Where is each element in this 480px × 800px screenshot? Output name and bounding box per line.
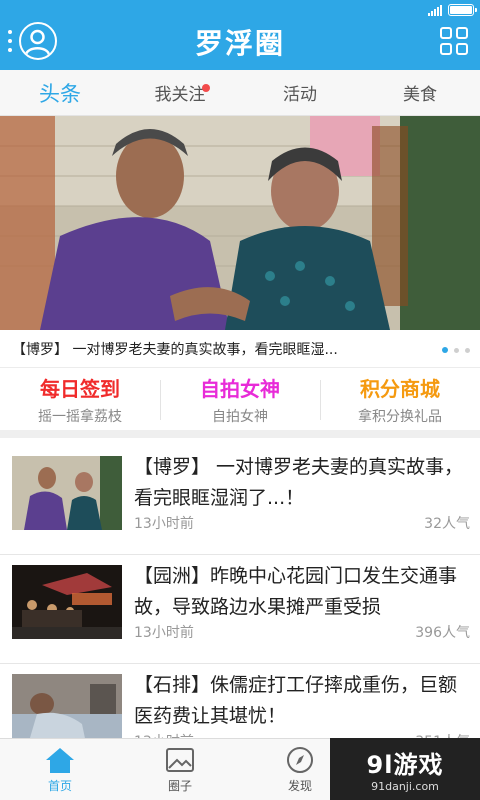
- quick-title: 自拍女神: [200, 376, 280, 401]
- grid-menu-icon[interactable]: [440, 27, 468, 55]
- quick-title: 积分商城: [360, 376, 440, 401]
- app-title-wrap: 罗浮圈: [0, 22, 480, 62]
- news-title: 【园洲】昨晚中心花园门口发生交通事故，导致路边水果摊严重受损: [134, 565, 458, 618]
- news-thumbnail: [12, 674, 122, 748]
- banner-caption-text: 【博罗】 一对博罗老夫妻的真实故事，看完眼眶湿...: [12, 341, 338, 358]
- watermark-logo-text: 9l游戏: [366, 751, 444, 779]
- news-views: 32人气: [424, 516, 470, 532]
- carousel-pager: [442, 347, 470, 353]
- tab-food[interactable]: 美食: [360, 70, 480, 115]
- nav-home[interactable]: 首页: [0, 739, 120, 800]
- news-time: 13小时前: [134, 516, 194, 532]
- pager-dot: [454, 347, 459, 353]
- selfie-goddess-button[interactable]: 自拍女神 自拍女神: [160, 368, 320, 430]
- user-avatar-icon[interactable]: [19, 22, 57, 60]
- app-title: 罗浮圈: [194, 27, 285, 60]
- news-thumbnail: [12, 565, 122, 639]
- quick-subtitle: 拿积分换礼品: [358, 408, 442, 425]
- pager-dot: [465, 347, 470, 353]
- news-list: 【博罗】 一对博罗老夫妻的真实故事，看完眼眶湿润了...！ 13小时前 32人气…: [0, 446, 480, 773]
- tab-following[interactable]: 我关注: [120, 70, 240, 115]
- nav-label: 首页: [47, 778, 72, 793]
- battery-icon: [448, 4, 477, 16]
- more-vertical-icon[interactable]: [8, 30, 14, 52]
- category-tabs: 头条 我关注 活动 美食: [0, 70, 480, 116]
- compass-icon: [287, 746, 313, 773]
- banner-photo: [0, 116, 480, 330]
- app-header: 罗浮圈: [0, 0, 480, 70]
- tab-events[interactable]: 活动: [240, 70, 360, 115]
- watermark-url: 91danji.com: [371, 780, 439, 793]
- quick-title: 每日签到: [40, 376, 120, 401]
- signal-icon: [428, 4, 442, 16]
- quick-actions: 每日签到 摇一摇拿荔枝 自拍女神 自拍女神 积分商城 拿积分换礼品: [0, 368, 480, 438]
- home-icon: [46, 747, 74, 773]
- pager-dot: [442, 347, 448, 353]
- nav-circle[interactable]: 圈子: [120, 739, 240, 800]
- banner-caption[interactable]: 【博罗】 一对博罗老夫妻的真实故事，看完眼眶湿...: [0, 330, 480, 368]
- notification-dot: [202, 84, 210, 92]
- news-views: 396人气: [415, 625, 470, 641]
- quick-subtitle: 自拍女神: [212, 408, 268, 425]
- news-time: 13小时前: [134, 625, 194, 641]
- list-item[interactable]: 【园洲】昨晚中心花园门口发生交通事故，导致路边水果摊严重受损 13小时前 396…: [0, 555, 480, 664]
- watermark-logo: 9l游戏 91danji.com: [330, 738, 480, 800]
- news-thumbnail: [12, 456, 122, 530]
- tab-label: 美食: [403, 85, 437, 105]
- quick-subtitle: 摇一摇拿荔枝: [38, 408, 122, 425]
- status-bar: [428, 3, 477, 17]
- news-title: 【石排】侏儒症打工仔摔成重伤，巨额医药费让其堪忧！: [134, 674, 458, 727]
- daily-checkin-button[interactable]: 每日签到 摇一摇拿荔枝: [0, 368, 160, 430]
- news-title: 【博罗】 一对博罗老夫妻的真实故事，看完眼眶湿润了...！: [134, 456, 464, 509]
- points-mall-button[interactable]: 积分商城 拿积分换礼品: [320, 368, 480, 430]
- tab-headlines[interactable]: 头条: [0, 70, 120, 115]
- list-item[interactable]: 【博罗】 一对博罗老夫妻的真实故事，看完眼眶湿润了...！ 13小时前 32人气: [0, 446, 480, 555]
- banner-carousel[interactable]: [0, 116, 480, 330]
- tab-label: 头条: [39, 81, 81, 106]
- tab-label: 我关注: [154, 85, 206, 105]
- nav-label: 圈子: [167, 778, 192, 793]
- nav-label: 发现: [287, 778, 312, 793]
- image-icon: [166, 747, 194, 772]
- tab-label: 活动: [283, 85, 317, 105]
